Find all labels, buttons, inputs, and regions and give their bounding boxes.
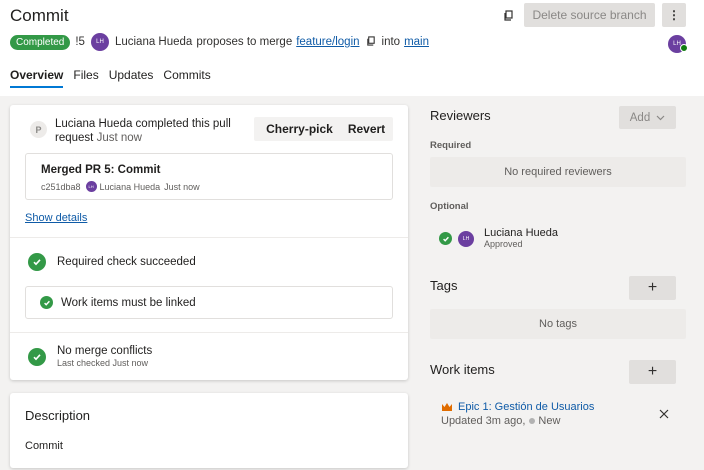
show-details-link[interactable]: Show details (25, 212, 87, 224)
copy-title-button[interactable] (497, 4, 519, 26)
tab-bar: Overview Files Updates Commits (10, 68, 221, 88)
check-icon (40, 296, 53, 309)
revert-button[interactable]: Revert (340, 117, 393, 141)
required-reviewers-label: Required (430, 140, 472, 151)
avatar: LH (85, 181, 97, 192)
work-item-updated: Updated 3m ago, (441, 415, 526, 427)
work-item[interactable]: Epic 1: Gestión de Usuarios Updated 3m a… (441, 401, 594, 427)
work-item-title[interactable]: Epic 1: Gestión de Usuarios (458, 401, 594, 413)
description-heading: Description (25, 408, 91, 423)
presence-indicator (680, 44, 688, 52)
reviewer-info: Luciana Hueda Approved (484, 227, 558, 250)
required-check-text: Required check succeeded (57, 256, 196, 268)
status-badge: Completed (10, 34, 71, 50)
proposes-text: proposes to merge (196, 36, 293, 48)
reviewer-name: Luciana Hueda (484, 227, 559, 239)
state-dot-icon (529, 418, 536, 424)
target-branch-link[interactable]: main (404, 36, 429, 48)
no-required-reviewers: No required reviewers (430, 157, 686, 187)
work-item-meta: Updated 3m ago, New (441, 415, 594, 427)
copy-icon (503, 9, 513, 21)
add-tag-button[interactable]: + (629, 276, 676, 300)
reviewer-status: Approved (484, 239, 523, 249)
approved-check-icon (439, 232, 452, 245)
work-item-state: New (538, 415, 561, 427)
divider (10, 332, 408, 333)
work-items-heading: Work items (430, 362, 495, 377)
optional-reviewers-label: Optional (430, 201, 469, 212)
close-icon (659, 409, 669, 419)
user-avatar[interactable]: LH (668, 32, 688, 53)
merge-conflicts-row: No merge conflicts Last checked Just now (28, 345, 152, 369)
description-card: Description Commit (10, 393, 408, 468)
cherry-pick-button[interactable]: Cherry-pick (254, 117, 345, 141)
check-icon (28, 348, 46, 366)
tab-commits[interactable]: Commits (163, 68, 210, 88)
merge-commit-box[interactable]: Merged PR 5: Commit c251dba8 LH Luciana … (25, 153, 393, 200)
work-items-policy[interactable]: Work items must be linked (25, 286, 393, 319)
merge-meta: c251dba8 LH Luciana Hueda Just now (41, 181, 200, 192)
add-reviewer-button[interactable]: Add (619, 106, 676, 129)
author-name: Luciana Hueda (114, 36, 193, 48)
add-work-item-button[interactable]: + (629, 360, 676, 384)
merge-title: Merged PR 5: Commit (41, 164, 161, 176)
commit-time: Just now (164, 181, 200, 192)
check-icon (28, 253, 46, 271)
work-items-policy-text: Work items must be linked (61, 296, 196, 309)
reviewers-heading: Reviewers (430, 108, 491, 123)
copy-branch-button[interactable] (366, 35, 376, 49)
page-title: Commit (10, 6, 69, 25)
no-tags: No tags (430, 309, 686, 339)
pr-subline: Completed !5 LH Luciana Hueda proposes t… (10, 33, 429, 51)
remove-work-item-button[interactable] (656, 406, 672, 422)
crown-icon (442, 403, 452, 411)
pr-id: !5 (75, 36, 85, 48)
required-check-row: Required check succeeded (28, 253, 196, 271)
delete-source-branch-button[interactable]: Delete source branch (524, 3, 655, 27)
description-body: Commit (25, 440, 63, 452)
avatar: LH (458, 230, 474, 247)
source-branch-link[interactable]: feature/login (296, 36, 359, 48)
activity-time: Just now (96, 132, 142, 144)
copy-icon (366, 35, 375, 46)
tab-overview[interactable]: Overview (10, 68, 64, 88)
more-options-button[interactable]: ⋮ (662, 3, 686, 27)
divider (10, 237, 408, 238)
merge-conflicts-text: No merge conflicts Last checked Just now (57, 345, 152, 369)
tab-files[interactable]: Files (73, 68, 98, 88)
pr-header: Commit Delete source branch ⋮ Completed … (0, 0, 704, 96)
activity-text: Luciana Hueda completed this pull reques… (55, 117, 235, 145)
add-reviewer-label: Add (629, 111, 651, 124)
commit-hash[interactable]: c251dba8 (41, 182, 81, 192)
into-text: into (381, 36, 401, 48)
work-item-title-row: Epic 1: Gestión de Usuarios (441, 401, 594, 413)
activity-message: Luciana Hueda completed this pull reques… (55, 118, 231, 144)
commit-author: Luciana Hueda (99, 181, 161, 192)
chevron-down-icon (656, 115, 665, 120)
pull-request-icon: P (30, 121, 47, 138)
avatar: LH (90, 33, 109, 51)
reviewer-item[interactable]: LH Luciana Hueda Approved (439, 227, 558, 250)
completion-activity: P Luciana Hueda completed this pull requ… (30, 117, 235, 145)
status-card: P Luciana Hueda completed this pull requ… (10, 105, 408, 380)
merge-conflicts-label: No merge conflicts (57, 345, 153, 357)
tab-updates[interactable]: Updates (109, 68, 154, 88)
merge-conflicts-sub: Last checked Just now (57, 358, 149, 368)
tags-heading: Tags (430, 278, 458, 293)
